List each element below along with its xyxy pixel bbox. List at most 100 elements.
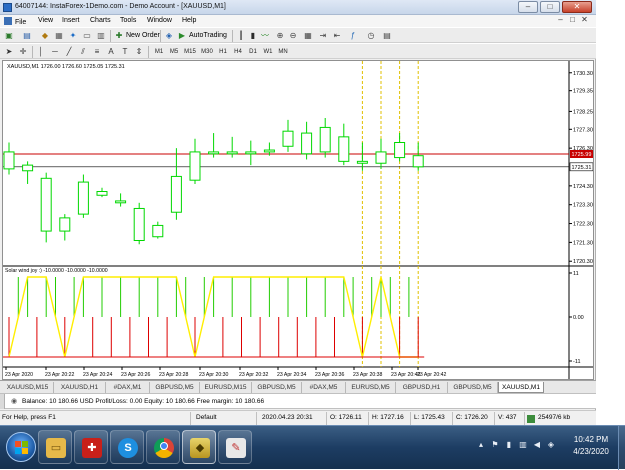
menu-window[interactable]: Window: [147, 17, 172, 24]
candle-body[interactable]: [3, 151, 15, 170]
chart-tab[interactable]: GBPUSD,M5: [252, 382, 302, 393]
taskbar-antivirus[interactable]: ✚: [74, 430, 108, 464]
menu-charts[interactable]: Charts: [90, 17, 111, 24]
maximize-button[interactable]: □: [540, 1, 560, 13]
timeframe-mn[interactable]: MN: [276, 47, 290, 57]
menu-tools[interactable]: Tools: [120, 17, 136, 24]
taskbar-skype[interactable]: S: [110, 430, 144, 464]
taskbar-explorer[interactable]: ▭: [38, 430, 72, 464]
show-desktop-button[interactable]: [618, 426, 625, 470]
candle-body[interactable]: [319, 126, 331, 153]
chart-tab[interactable]: GBPUSD,M5: [448, 382, 498, 393]
text-tool-icon[interactable]: A: [106, 47, 116, 57]
minimize-button[interactable]: –: [518, 1, 538, 13]
candle-body[interactable]: [208, 151, 220, 155]
taskbar-metatrader[interactable]: ◆: [182, 430, 216, 464]
candle-body[interactable]: [115, 200, 127, 204]
main-pane[interactable]: [3, 61, 569, 266]
zoom-in-icon[interactable]: ⊕: [275, 31, 285, 41]
chart-tab[interactable]: GBPUSD,H1: [396, 382, 448, 393]
mdi-restore-button[interactable]: □: [568, 15, 577, 25]
chart-tab[interactable]: XAUUSD,M15: [2, 382, 54, 393]
candle-body[interactable]: [170, 175, 182, 213]
vertical-line-icon[interactable]: │: [36, 47, 46, 57]
chart-tab[interactable]: XAUUSD,M1: [498, 382, 544, 393]
timeframe-m5[interactable]: M5: [167, 47, 181, 57]
fibonacci-icon[interactable]: ≡: [92, 47, 102, 57]
candle-body[interactable]: [189, 151, 201, 181]
templates-icon[interactable]: ▤: [382, 31, 392, 41]
timeframe-h4[interactable]: H4: [231, 47, 245, 57]
chart-shift-icon[interactable]: ⇤: [332, 31, 342, 41]
candle-body[interactable]: [412, 155, 424, 168]
candle-body[interactable]: [301, 132, 313, 155]
metaeditor-icon[interactable]: ◈: [164, 31, 174, 41]
bar-chart-icon[interactable]: ┃: [236, 31, 246, 41]
label-tool-icon[interactable]: T: [120, 47, 130, 57]
candle-body[interactable]: [375, 151, 387, 164]
channel-icon[interactable]: ⫽: [78, 47, 88, 57]
tray-power-icon[interactable]: ▮: [504, 440, 514, 450]
timeframe-m30[interactable]: M30: [199, 47, 215, 57]
profile-name[interactable]: Default: [196, 414, 217, 421]
indicators-icon[interactable]: ƒ: [348, 31, 358, 41]
tester-icon[interactable]: ▥: [96, 31, 106, 41]
profiles-icon[interactable]: ▤: [22, 31, 32, 41]
candle-body[interactable]: [40, 177, 52, 232]
timeframe-d1[interactable]: D1: [246, 47, 260, 57]
line-chart-icon[interactable]: 〰: [260, 31, 270, 41]
tray-security-icon[interactable]: ◈: [546, 440, 556, 450]
navigator-icon[interactable]: ✦: [68, 31, 78, 41]
price-chart[interactable]: 1730.301729.351728.251727.301726.301724.…: [3, 61, 593, 379]
trendline-icon[interactable]: ╱: [64, 47, 74, 57]
candle-body[interactable]: [152, 224, 164, 238]
candle-body[interactable]: [356, 160, 368, 164]
candle-body[interactable]: [59, 217, 71, 232]
terminal-icon[interactable]: ▭: [82, 31, 92, 41]
candle-body[interactable]: [338, 136, 350, 162]
chart-tab[interactable]: GBPUSD,M5: [150, 382, 200, 393]
periods-icon[interactable]: ◷: [366, 31, 376, 41]
mdi-minimize-button[interactable]: –: [556, 15, 565, 25]
chart-tab[interactable]: XAUUSD,H1: [54, 382, 106, 393]
candle-body[interactable]: [226, 151, 238, 155]
candle-body[interactable]: [77, 181, 89, 215]
autotrading-icon[interactable]: ▶: [177, 31, 187, 41]
chart-tab[interactable]: #DAX,M1: [106, 382, 150, 393]
start-button[interactable]: [6, 432, 36, 462]
cursor-icon[interactable]: ➤: [4, 47, 14, 57]
candle-body[interactable]: [96, 191, 108, 196]
chart-tab[interactable]: EURUSD,M5: [346, 382, 396, 393]
menu-insert[interactable]: Insert: [62, 17, 80, 24]
timeframe-h1[interactable]: H1: [216, 47, 230, 57]
timeframe-m1[interactable]: M1: [152, 47, 166, 57]
candle-body[interactable]: [263, 149, 275, 153]
data-window-icon[interactable]: ▦: [54, 31, 64, 41]
candle-body[interactable]: [133, 207, 145, 241]
crosshair-icon[interactable]: ✛: [18, 47, 28, 57]
chart-tab[interactable]: #DAX,M5: [302, 382, 346, 393]
market-watch-icon[interactable]: ◆: [40, 31, 50, 41]
candlestick-icon[interactable]: ▮: [248, 31, 258, 41]
zoom-out-icon[interactable]: ⊖: [288, 31, 298, 41]
new-order-icon[interactable]: ✚: [114, 31, 124, 41]
tray-flag-icon[interactable]: ⚑: [490, 440, 500, 450]
new-chart-icon[interactable]: ▣: [4, 31, 14, 41]
chart-tab[interactable]: EURUSD,M15: [200, 382, 252, 393]
tile-windows-icon[interactable]: ▦: [303, 31, 313, 41]
mdi-close-button[interactable]: ✕: [580, 15, 589, 25]
tray-volume-icon[interactable]: ◀: [532, 440, 542, 450]
terminal-handle[interactable]: [0, 394, 5, 409]
tray-expand-icon[interactable]: ▴: [476, 440, 486, 450]
taskbar-paint[interactable]: ✎: [218, 430, 252, 464]
candle-body[interactable]: [282, 130, 294, 147]
new-order-button[interactable]: New Order: [126, 32, 160, 39]
autotrading-button[interactable]: AutoTrading: [189, 32, 227, 39]
candle-body[interactable]: [394, 142, 406, 159]
menu-view[interactable]: View: [38, 17, 53, 24]
chart-area[interactable]: 1730.30 1729.35 1728.25 1727.30 1726.30 1724.…: [2, 60, 594, 380]
taskbar-chrome[interactable]: [146, 430, 180, 464]
candle-body[interactable]: [22, 164, 34, 172]
arrows-icon[interactable]: ⇕: [134, 47, 144, 57]
timeframe-w1[interactable]: W1: [261, 47, 275, 57]
